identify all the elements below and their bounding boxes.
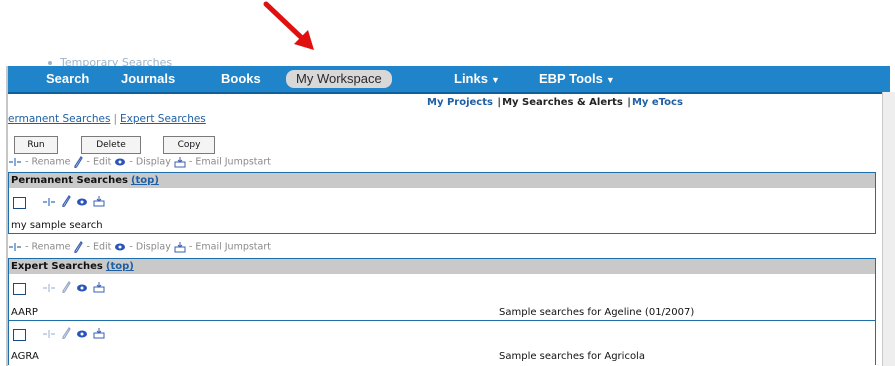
pencil-icon	[62, 327, 71, 340]
icon-legend: - Rename - Edit - Display - Email Jumpst…	[8, 241, 271, 253]
permanent-searches-title: Permanent Searches	[11, 175, 128, 186]
red-arrow-icon	[263, 1, 314, 50]
top-link[interactable]: (top)	[106, 261, 134, 272]
legend-email: Email Jumpstart	[195, 156, 271, 168]
expert-searches-panel: Expert Searches (top) AARP Sample searche…	[8, 258, 876, 365]
search-name[interactable]: my sample search	[11, 220, 103, 231]
row-actions	[13, 324, 105, 343]
pencil-icon	[74, 241, 84, 253]
legend-edit: Edit	[92, 241, 112, 253]
email-tray-icon[interactable]	[93, 195, 105, 207]
rename-icon	[43, 284, 56, 292]
icon-legend: - Rename - Edit - Display - Email Jumpst…	[8, 156, 271, 168]
legend-display: Display	[135, 156, 171, 168]
nav-my-workspace[interactable]: My Workspace	[286, 70, 392, 88]
top-link[interactable]: (top)	[131, 175, 159, 186]
separator: |	[113, 113, 118, 125]
legend-rename: Rename	[31, 241, 71, 253]
link-expert-searches[interactable]: Expert Searches	[120, 113, 206, 125]
rename-icon	[9, 158, 21, 166]
copy-button[interactable]: Copy	[163, 136, 215, 154]
vertical-scrollbar[interactable]	[882, 92, 895, 366]
eye-icon[interactable]	[76, 283, 88, 293]
nav-links-label: Links	[454, 71, 488, 86]
legend-email: Email Jumpstart	[195, 241, 271, 253]
separator: |	[623, 97, 631, 108]
legend-edit: Edit	[92, 156, 112, 168]
expert-searches-title: Expert Searches	[11, 261, 103, 272]
nav-books[interactable]: Books	[221, 70, 261, 88]
rename-icon[interactable]	[42, 197, 56, 207]
nav-journals[interactable]: Journals	[121, 70, 175, 88]
link-permanent-searches[interactable]: ermanent Searches	[8, 113, 110, 125]
caret-down-icon: ▼	[605, 75, 615, 85]
caret-down-icon: ▼	[490, 75, 500, 85]
link-my-projects[interactable]: My Projects	[427, 97, 493, 108]
search-description: Sample searches for Ageline (01/2007)	[499, 307, 695, 318]
permanent-searches-panel: Permanent Searches (top) my sample search	[8, 172, 876, 234]
email-tray-icon[interactable]	[93, 281, 105, 293]
eye-icon[interactable]	[76, 329, 88, 339]
rename-icon	[9, 243, 21, 251]
expert-searches-header: Expert Searches (top)	[9, 259, 875, 274]
link-my-searches-alerts[interactable]: My Searches & Alerts	[502, 97, 623, 108]
pencil-icon[interactable]	[61, 195, 71, 208]
email-tray-icon	[174, 242, 186, 253]
eye-icon	[115, 158, 126, 166]
bullet-icon	[48, 61, 52, 65]
search-type-links: ermanent Searches | Expert Searches	[8, 113, 206, 125]
separator: |	[493, 97, 502, 108]
main-nav-bar: Search Journals Books My Workspace Links…	[8, 66, 890, 94]
row-checkbox[interactable]	[13, 196, 26, 209]
rename-icon	[43, 330, 56, 338]
pencil-icon	[62, 281, 71, 294]
eye-icon	[115, 243, 126, 251]
row-actions	[13, 278, 105, 297]
row-actions	[13, 192, 105, 211]
row-divider	[9, 320, 875, 321]
legend-display: Display	[135, 241, 171, 253]
delete-button[interactable]: Delete	[81, 136, 141, 154]
nav-search[interactable]: Search	[46, 70, 89, 88]
permanent-searches-header: Permanent Searches (top)	[9, 173, 875, 188]
nav-links[interactable]: Links ▼	[454, 70, 500, 88]
search-name[interactable]: AGRA	[11, 351, 39, 362]
row-checkbox[interactable]	[13, 328, 26, 341]
nav-ebp-label: EBP Tools	[539, 71, 603, 86]
search-description: Sample searches for Agricola	[499, 351, 645, 362]
link-my-etocs[interactable]: My eTocs	[632, 97, 683, 108]
pencil-icon	[74, 156, 84, 168]
nav-ebp-tools[interactable]: EBP Tools ▼	[539, 70, 615, 88]
email-tray-icon[interactable]	[93, 327, 105, 339]
legend-rename: Rename	[31, 156, 71, 168]
email-tray-icon	[174, 157, 186, 168]
search-name[interactable]: AARP	[11, 307, 38, 318]
eye-icon[interactable]	[76, 197, 88, 207]
run-button[interactable]: Run	[14, 136, 58, 154]
row-checkbox[interactable]	[13, 282, 26, 295]
workspace-sub-nav: My Projects |My Searches & Alerts |My eT…	[427, 97, 683, 108]
